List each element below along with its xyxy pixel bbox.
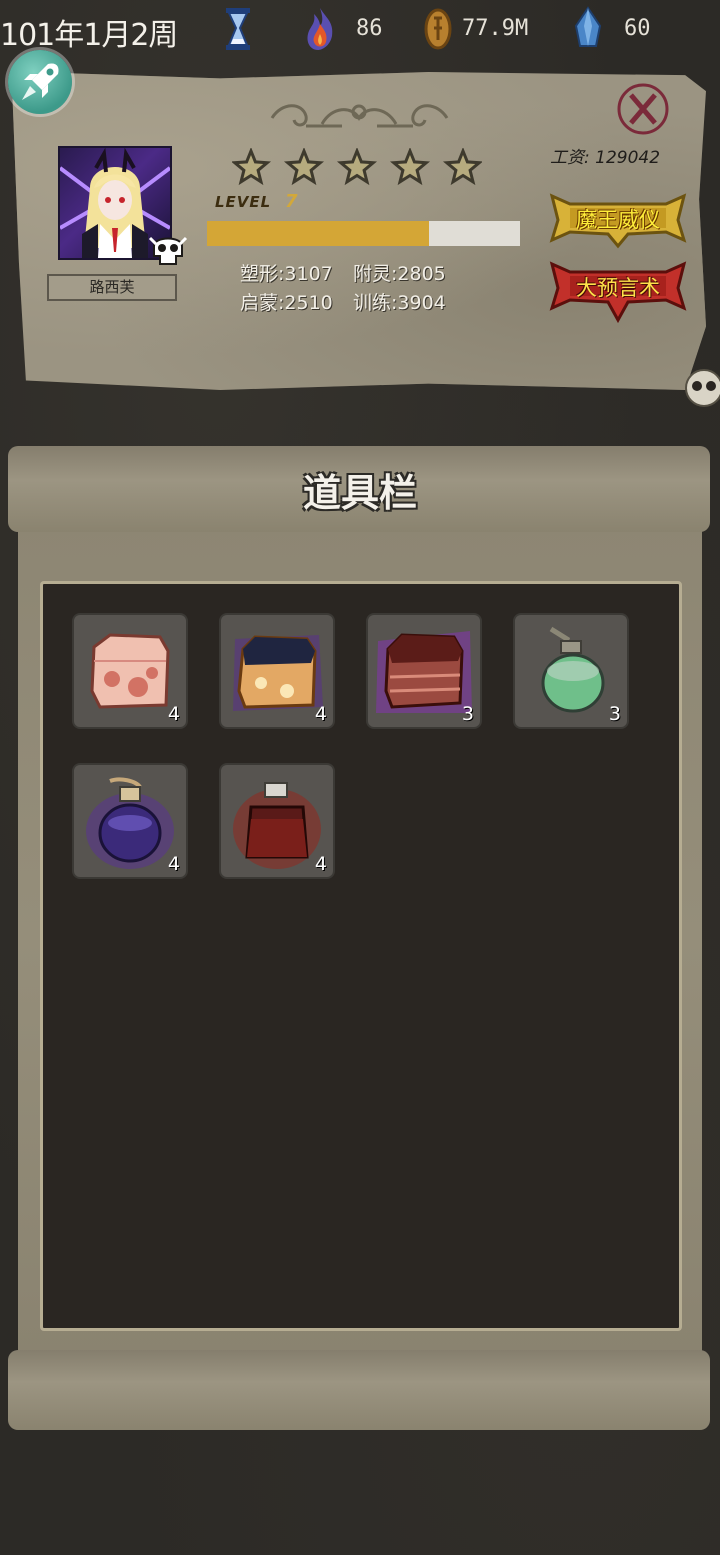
item-count: 4 [314,703,327,725]
character-name: 路西芙 [47,274,177,301]
salary-label: 工资: [550,148,590,168]
stat-train-label: 训练 [353,292,392,314]
stat-enchant-value: 2805 [397,263,446,285]
inventory-title: 道具栏 [302,471,417,515]
star-icon [389,148,431,186]
xp-bar [207,221,520,246]
stat-shape: 塑形:3107 [240,263,333,285]
game-date: 101年1月2周 [0,18,178,53]
salary-value: 129042 [595,148,661,168]
star-icon [336,148,378,186]
ornament-icon [270,104,449,128]
coin-value: 77.9M [462,16,529,41]
crystal-value: 60 [624,16,651,41]
demon-king-dignity-button[interactable]: 魔王威仪 [548,190,688,250]
salary: 工资: 129042 [550,143,660,168]
great-prophecy-label: 大预言术 [576,276,660,300]
hourglass-icon [226,8,250,50]
inventory-slot[interactable]: 4 [72,763,188,879]
demon-king-dignity-label: 魔王威仪 [576,208,660,232]
game-screen: 101年1月2周 86 77.9M 60 工资: 129042 路西芙 LEVE… [0,0,720,1555]
level-label: LEVEL [215,193,272,211]
stat-enlighten: 启蒙:2510 [240,292,333,314]
charred-meat-block-icon [233,635,323,711]
flame-icon [307,8,333,50]
pink-meat-block-icon [90,633,170,709]
star-rating [232,148,482,186]
item-count: 4 [167,853,180,875]
flame-value: 86 [356,16,383,41]
stat-enchant-label: 附灵 [353,263,392,285]
inventory-slot[interactable]: 4 [219,763,335,879]
scroll-bottom-roll [8,1350,710,1430]
dark-meat-block-icon [376,631,472,713]
star-icon [442,148,482,186]
inventory-slot[interactable]: 3 [513,613,629,729]
star-icon [283,148,325,186]
stat-shape-label: 塑形 [240,263,279,285]
crystal-icon [574,6,602,47]
stat-enlighten-label: 启蒙 [240,292,279,314]
stat-train: 训练:3904 [353,292,446,314]
coin-icon [424,8,452,50]
stat-shape-value: 3107 [284,263,333,285]
star-icon [232,148,272,186]
bone-skull-corner-icon [685,369,720,407]
purple-potion-icon [86,777,174,869]
inventory-slot[interactable]: 4 [72,613,188,729]
red-potion-icon [233,782,321,869]
item-count: 3 [608,703,621,725]
green-potion-icon [541,626,605,713]
status-bar: 101年1月2周 86 77.9M 60 [0,0,720,60]
stat-train-value: 3904 [397,292,446,314]
xp-bar-fill [207,221,430,246]
inventory-slot[interactable]: 3 [366,613,482,729]
item-count: 3 [461,703,474,725]
inventory-slot[interactable]: 4 [219,613,335,729]
item-count: 4 [167,703,180,725]
level-value: 7 [285,191,298,212]
inventory-grid: 4 4 3 3 4 4 [40,581,682,1331]
close-icon[interactable] [614,80,672,138]
stat-enlighten-value: 2510 [284,292,333,314]
rocket-button[interactable] [8,50,72,114]
item-count: 4 [314,853,327,875]
great-prophecy-button[interactable]: 大预言术 [548,258,688,324]
skull-icon [148,236,188,265]
stat-enchant: 附灵:2805 [353,263,446,285]
rocket-icon [22,63,59,100]
